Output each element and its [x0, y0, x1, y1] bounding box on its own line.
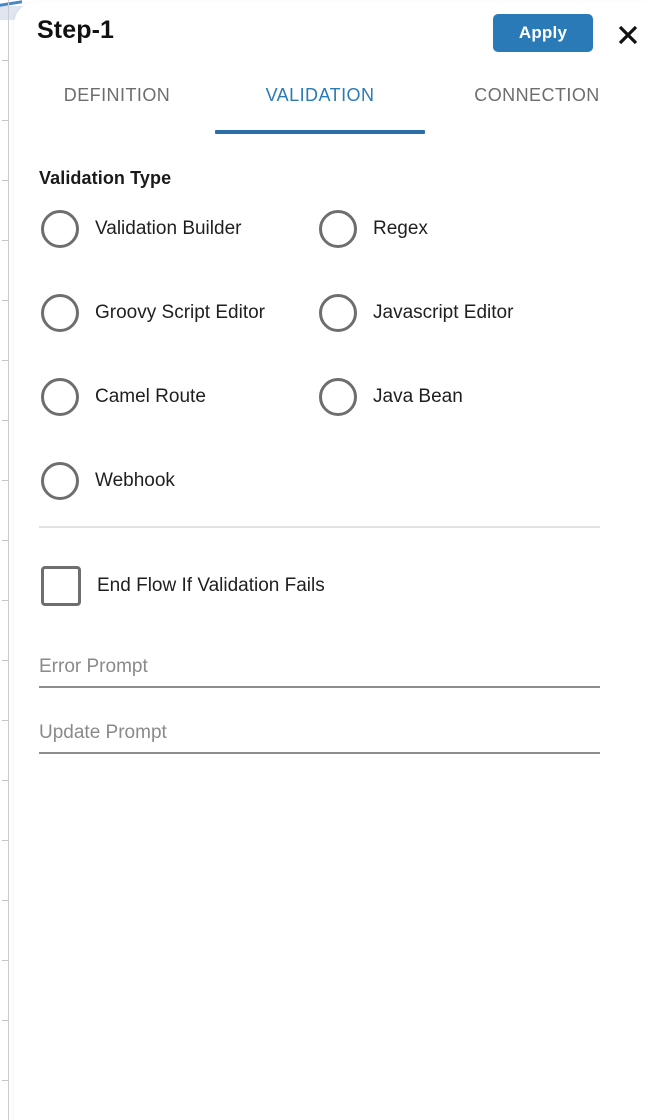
radio-circle-icon: [41, 462, 79, 500]
radio-option-javascript-editor[interactable]: Javascript Editor: [319, 294, 513, 332]
tab-connection[interactable]: CONNECTION: [426, 76, 648, 134]
canvas-ruler-line: [8, 0, 9, 1120]
panel-header: Step-1 Apply: [14, 2, 648, 70]
end-flow-checkbox[interactable]: End Flow If Validation Fails: [41, 566, 325, 606]
radio-option-label: Javascript Editor: [373, 302, 514, 323]
radio-circle-icon: [319, 294, 357, 332]
apply-button[interactable]: Apply: [493, 14, 593, 52]
radio-option-label: Groovy Script Editor: [95, 302, 265, 323]
radio-option-webhook[interactable]: Webhook: [41, 462, 175, 500]
tab-label: VALIDATION: [265, 85, 375, 105]
close-button[interactable]: [609, 16, 647, 54]
radio-option-validation-builder[interactable]: Validation Builder: [41, 210, 241, 248]
update-prompt-field-wrapper: [39, 720, 600, 764]
radio-circle-icon: [41, 210, 79, 248]
ruler-tick: [2, 660, 8, 661]
radio-circle-icon: [41, 294, 79, 332]
section-divider: [39, 526, 600, 528]
active-tab-indicator: [215, 130, 425, 134]
validation-type-heading: Validation Type: [39, 168, 172, 188]
update-prompt-input[interactable]: [39, 720, 600, 754]
ruler-tick: [2, 840, 8, 841]
ruler-tick: [2, 420, 8, 421]
radio-option-camel-route[interactable]: Camel Route: [41, 378, 206, 416]
ruler-tick: [2, 960, 8, 961]
ruler-tick: [2, 480, 8, 481]
ruler-tick: [2, 120, 8, 121]
tab-bar: DEFINITION VALIDATION CONNECTION: [14, 76, 648, 134]
ruler-tick: [2, 1020, 8, 1021]
radio-option-label: Regex: [373, 218, 428, 239]
checkbox-square-icon: [41, 566, 81, 606]
ruler-tick: [2, 720, 8, 721]
page-title: Step-1: [37, 16, 115, 44]
radio-option-label: Validation Builder: [95, 218, 242, 239]
ruler-tick: [2, 300, 8, 301]
ruler-tick: [2, 780, 8, 781]
radio-option-groovy-script-editor[interactable]: Groovy Script Editor: [41, 294, 265, 332]
ruler-tick: [2, 60, 8, 61]
tab-definition[interactable]: DEFINITION: [20, 76, 214, 134]
radio-option-label: Java Bean: [373, 386, 463, 407]
tab-label: CONNECTION: [474, 85, 600, 105]
ruler-tick: [2, 540, 8, 541]
radio-circle-icon: [319, 210, 357, 248]
ruler-tick: [2, 1080, 8, 1081]
radio-option-label: Webhook: [95, 470, 175, 491]
tab-label: DEFINITION: [63, 85, 171, 105]
ruler-tick: [2, 600, 8, 601]
radio-option-java-bean[interactable]: Java Bean: [319, 378, 463, 416]
tab-validation[interactable]: VALIDATION: [214, 76, 426, 134]
step-properties-panel: Step-1 Apply DEFINITION VALIDATION CONNE…: [14, 2, 648, 1120]
radio-option-label: Camel Route: [95, 386, 206, 407]
radio-option-regex[interactable]: Regex: [319, 210, 428, 248]
end-flow-checkbox-label: End Flow If Validation Fails: [97, 575, 325, 596]
error-prompt-field-wrapper: [39, 654, 600, 698]
ruler-tick: [2, 240, 8, 241]
error-prompt-input[interactable]: [39, 654, 600, 688]
radio-circle-icon: [319, 378, 357, 416]
radio-circle-icon: [41, 378, 79, 416]
ruler-tick: [2, 900, 8, 901]
ruler-tick: [2, 360, 8, 361]
ruler-tick: [2, 180, 8, 181]
close-x-icon: [616, 23, 640, 47]
